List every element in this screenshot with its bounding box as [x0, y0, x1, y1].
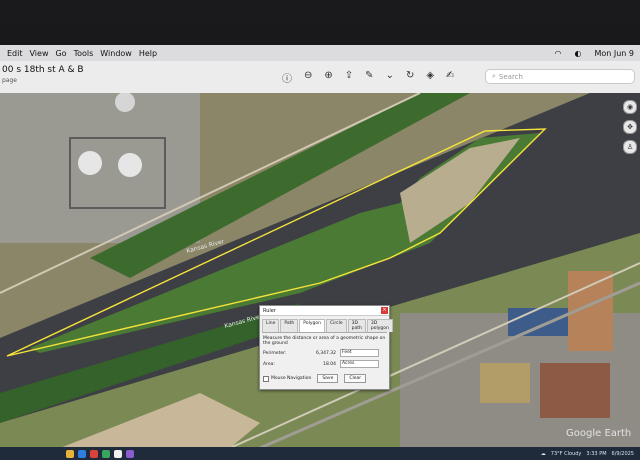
area-label: Area: — [263, 361, 275, 367]
info-icon[interactable]: ⓘ — [282, 70, 292, 85]
markup-pen-icon[interactable]: ✎ — [365, 70, 373, 85]
highlight-icon[interactable]: ◈ — [426, 70, 434, 85]
clear-button[interactable]: Clear — [344, 374, 367, 383]
ruler-title: Ruler — [260, 306, 389, 316]
zoom-out-icon[interactable]: ⊖ — [304, 70, 312, 85]
document-title: 00 s 18th st A & B — [2, 65, 84, 75]
close-icon[interactable]: × — [381, 307, 388, 314]
rotate-icon[interactable]: ↻ — [406, 70, 414, 85]
menubar-clock[interactable]: Mon Jun 9 — [594, 49, 634, 58]
control-center-icon[interactable]: ◐ — [574, 49, 581, 58]
ruler-description: Measure the distance or area of a geomet… — [263, 336, 386, 346]
tab-line[interactable]: Line — [262, 319, 280, 332]
edge-icon[interactable] — [78, 449, 86, 458]
app-icon[interactable] — [126, 449, 134, 458]
share-icon[interactable]: ⇪ — [345, 70, 353, 85]
search-icon: ⌕ — [492, 72, 496, 80]
map-navigation-controls: ◉ ✥ ♙ — [623, 100, 637, 154]
document-subtitle: page — [2, 77, 17, 84]
wifi-icon[interactable]: ◠ — [554, 49, 561, 58]
search-placeholder: Search — [498, 72, 523, 81]
perimeter-unit-select[interactable]: Feet — [340, 349, 379, 357]
ruler-tabs: Line Path Polygon Circle 3D path 3D poly… — [262, 319, 393, 333]
satellite-map[interactable]: Kansas River Kansas River — [0, 93, 640, 448]
google-earth-watermark: Google Earth — [566, 428, 632, 439]
windows-taskbar: ☁ 73°F Cloudy 3:33 PM 6/9/2025 — [0, 447, 640, 460]
google-earth-icon[interactable] — [114, 449, 122, 458]
ruler-dialog: Ruler × Line Path Polygon Circle 3D path… — [259, 305, 393, 390]
save-button[interactable]: Save — [317, 374, 339, 383]
mouse-navigation-label: Mouse Navigation — [271, 376, 312, 381]
area-unit-select[interactable]: Acres — [340, 360, 379, 368]
storage-tank — [78, 151, 102, 175]
menu-help[interactable]: Help — [139, 49, 157, 58]
taskbar-date[interactable]: 6/9/2025 — [612, 451, 634, 457]
sign-icon[interactable]: ✍ — [446, 70, 454, 85]
tab-path[interactable]: Path — [280, 319, 299, 332]
move-control-icon[interactable]: ✥ — [623, 120, 637, 134]
street-view-icon[interactable]: ♙ — [623, 140, 637, 154]
perimeter-value: 6,347.32 — [315, 350, 336, 356]
menu-tools[interactable]: Tools — [74, 49, 94, 58]
tab-circle[interactable]: Circle — [325, 319, 347, 332]
tab-polygon[interactable]: Polygon — [299, 319, 325, 332]
map-imagery — [0, 93, 640, 448]
perimeter-label: Perimeter: — [263, 350, 287, 356]
menu-view[interactable]: View — [30, 49, 49, 58]
preview-toolbar: 00 s 18th st A & B page ⓘ ⊖ ⊕ ⇪ ✎ ⌄ ↻ ◈ … — [0, 61, 640, 94]
tab-3d-polygon[interactable]: 3D polygon — [366, 319, 393, 332]
search-field[interactable]: ⌕ Search — [485, 69, 635, 84]
zoom-in-icon[interactable]: ⊕ — [324, 70, 332, 85]
storage-tank — [118, 153, 142, 177]
area-value: 18.04 — [323, 361, 336, 367]
menu-window[interactable]: Window — [100, 49, 132, 58]
chevron-down-icon[interactable]: ⌄ — [386, 70, 394, 85]
mouse-navigation-checkbox[interactable] — [263, 375, 269, 382]
file-explorer-icon[interactable] — [66, 449, 74, 458]
mac-menubar: Edit View Go Tools Window Help ◠ ◐ Mon J… — [0, 45, 640, 61]
app-icon[interactable] — [102, 449, 110, 458]
weather-text[interactable]: 73°F Cloudy — [551, 451, 582, 457]
look-control-icon[interactable]: ◉ — [623, 100, 637, 114]
menu-go[interactable]: Go — [55, 49, 66, 58]
menu-edit[interactable]: Edit — [7, 49, 23, 58]
taskbar-time[interactable]: 3:33 PM — [586, 451, 606, 457]
tab-3d-path[interactable]: 3D path — [347, 319, 366, 332]
app-icon[interactable] — [90, 449, 98, 458]
weather-icon[interactable]: ☁ — [541, 451, 546, 457]
